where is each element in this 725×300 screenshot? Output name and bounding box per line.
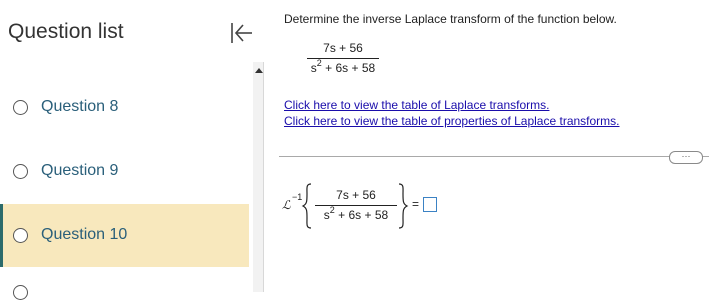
more-options-button[interactable]: ··· xyxy=(669,151,703,164)
left-brace-icon xyxy=(301,183,312,229)
question-status-radio xyxy=(13,228,28,243)
collapse-left-icon xyxy=(231,23,252,43)
fraction-denominator: s2 + 6s + 58 xyxy=(310,58,376,75)
equals-sign: = xyxy=(412,197,420,211)
question-status-radio xyxy=(13,100,28,115)
question-prompt: Determine the inverse Laplace transform … xyxy=(284,12,617,26)
question-item-8[interactable]: Question 8 xyxy=(0,76,249,138)
function-fraction: 7s + 56 s2 + 6s + 58 xyxy=(307,41,379,75)
scroll-up-arrow-icon[interactable] xyxy=(255,68,263,73)
question-list-panel: Question list Question 8 Question 9 Ques… xyxy=(0,0,252,300)
fraction-bar xyxy=(315,205,397,206)
question-list-scrollbar[interactable] xyxy=(253,62,264,292)
collapse-panel-button[interactable] xyxy=(228,20,258,46)
question-item-10[interactable]: Question 10 xyxy=(0,204,249,267)
section-divider xyxy=(279,156,709,157)
laplace-properties-link[interactable]: Click here to view the table of properti… xyxy=(284,114,620,128)
fraction-denominator: s2 + 6s + 58 xyxy=(323,205,389,222)
question-status-radio xyxy=(13,164,28,179)
question-label: Question 10 xyxy=(41,226,128,243)
question-status-radio xyxy=(13,285,28,300)
question-list-title: Question list xyxy=(8,20,124,43)
right-brace-icon xyxy=(398,183,409,229)
scroll-track xyxy=(263,62,264,292)
answer-expression: ℒ −1 7s + 56 s2 + 6s + 58 = xyxy=(282,183,482,234)
question-label: Question 8 xyxy=(41,98,119,115)
question-content: Determine the inverse Laplace transform … xyxy=(265,0,725,292)
fraction-numerator: 7s + 56 xyxy=(336,188,376,202)
answer-input-box[interactable] xyxy=(423,197,437,212)
question-item-9[interactable]: Question 9 xyxy=(0,140,249,202)
active-indicator xyxy=(0,204,3,267)
laplace-operator-symbol: ℒ xyxy=(282,198,291,212)
laplace-table-link[interactable]: Click here to view the table of Laplace … xyxy=(284,98,549,112)
answer-fraction: 7s + 56 s2 + 6s + 58 xyxy=(315,188,397,222)
fraction-numerator: 7s + 56 xyxy=(323,41,363,55)
question-label: Question 9 xyxy=(41,162,119,179)
